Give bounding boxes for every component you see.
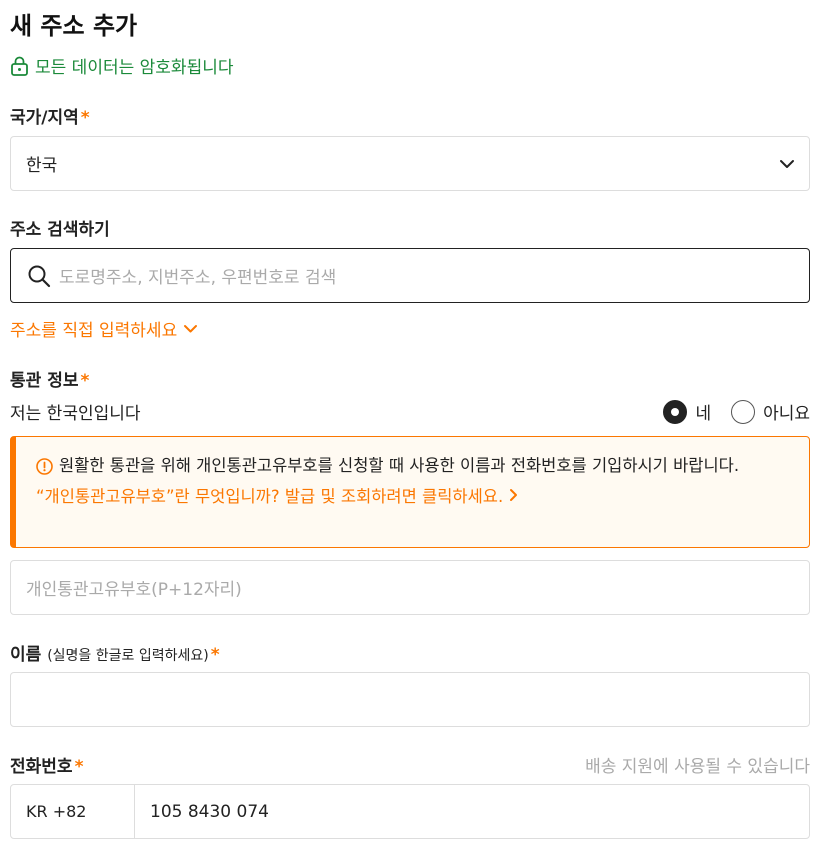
country-select[interactable]: 한국	[10, 136, 810, 191]
name-input[interactable]	[10, 672, 810, 727]
required-mark: *	[80, 371, 90, 391]
address-search-label: 주소 검색하기	[10, 220, 110, 240]
alert-circle-icon	[36, 458, 53, 475]
address-search-placeholder: 도로명주소, 지번주소, 우편번호로 검색	[59, 268, 337, 288]
lock-icon	[11, 56, 28, 76]
required-mark: *	[80, 108, 90, 128]
customs-label: 통관 정보 *	[10, 371, 90, 391]
customs-notice-message: 원활한 통관을 위해 개인통관고유부호를 신청할 때 사용한 이름과 전화번호를…	[36, 453, 793, 478]
radio-yes[interactable]: 네	[663, 399, 711, 424]
secure-notice: 모든 데이터는 암호화됩니다	[10, 53, 234, 78]
country-code-select[interactable]: KR +82	[11, 785, 135, 838]
radio-no[interactable]: 아니요	[731, 399, 810, 424]
phone-field: KR +82 105 8430 074	[10, 784, 810, 839]
secure-text: 모든 데이터는 암호화됩니다	[35, 58, 234, 78]
phone-label: 전화번호 *	[10, 757, 84, 777]
chevron-down-icon	[184, 324, 198, 332]
pccc-input[interactable]: 개인통관고유부호(P+12자리)	[10, 560, 810, 615]
chevron-right-icon	[510, 489, 518, 501]
chevron-down-icon	[780, 159, 794, 168]
manual-address-toggle[interactable]: 주소를 직접 입력하세요	[10, 316, 198, 341]
customs-notice: 원활한 통관을 위해 개인통관고유부호를 신청할 때 사용한 이름과 전화번호를…	[10, 436, 810, 548]
phone-hint: 배송 지원에 사용될 수 있습니다	[585, 757, 810, 777]
required-mark: *	[210, 645, 220, 665]
country-value: 한국	[26, 156, 58, 176]
phone-number-input[interactable]: 105 8430 074	[135, 785, 809, 838]
radio-unselected-icon	[731, 399, 756, 424]
page-title: 새 주소 추가	[10, 12, 138, 40]
radio-selected-icon	[663, 399, 688, 424]
country-label: 국가/지역 *	[10, 108, 90, 128]
pccc-info-link[interactable]: “개인통관고유부호”란 무엇입니까? 발급 및 조회하려면 클릭하세요.	[36, 483, 793, 507]
search-icon	[28, 265, 51, 287]
korean-citizen-question: 저는 한국인입니다	[10, 404, 141, 424]
korean-citizen-radio-group: 네 아니요	[643, 399, 810, 424]
name-note: (실명을 한글로 입력하세요)	[47, 648, 209, 664]
korean-citizen-row: 저는 한국인입니다 네 아니요	[10, 399, 810, 424]
required-mark: *	[74, 757, 84, 777]
address-search-input[interactable]: 도로명주소, 지번주소, 우편번호로 검색	[10, 248, 810, 303]
name-label: 이름 (실명을 한글로 입력하세요) *	[10, 645, 220, 665]
pccc-placeholder: 개인통관고유부호(P+12자리)	[26, 580, 242, 600]
